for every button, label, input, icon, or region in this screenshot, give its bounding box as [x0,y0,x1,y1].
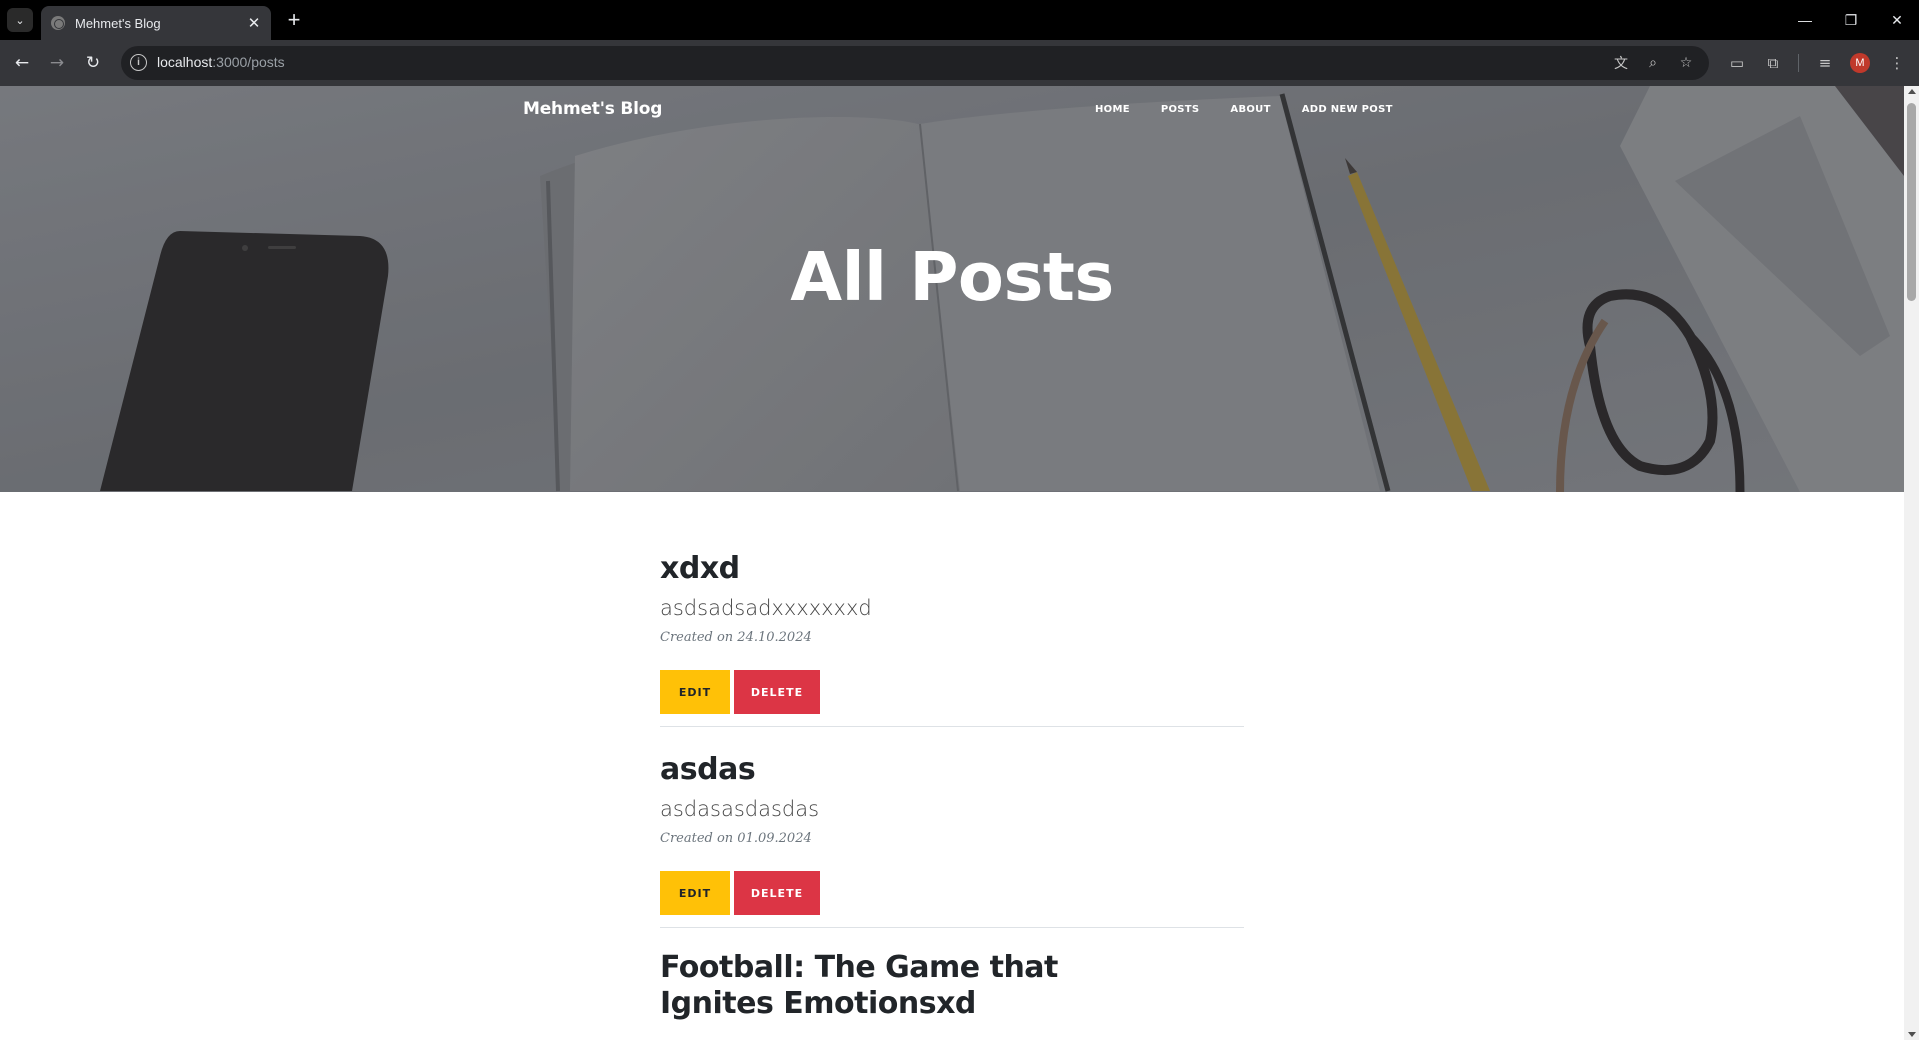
zoom-icon[interactable]: ⌕ [1643,53,1663,73]
post-subtitle[interactable]: asdasasdasdas [660,796,1244,823]
delete-button[interactable]: Delete [734,871,820,915]
url-text[interactable]: localhost:3000/posts [157,54,285,70]
post-list: xdxd asdsadsadxxxxxxxd Created on 24.10.… [660,550,1244,1022]
nav-link-add-new-post[interactable]: Add New Post [1302,104,1393,115]
media-control-icon[interactable]: ≡ [1814,52,1836,74]
edit-button[interactable]: Edit [660,670,730,714]
post-actions: Edit Delete [660,871,1244,915]
restore-icon[interactable]: ❐ [1828,0,1874,40]
post-meta: Created on 01.09.2024 [660,831,812,846]
post-title[interactable]: xdxd [660,550,1244,588]
toolbar-divider [1798,54,1799,72]
main-nav: Home Posts About Add New Post [1095,104,1424,115]
site-info-icon[interactable]: i [130,54,147,71]
cast-icon[interactable]: ▭ [1726,52,1748,74]
browser-tab[interactable]: Mehmet's Blog ✕ [41,6,271,40]
nav-link-home[interactable]: Home [1095,104,1130,115]
nav-link-posts[interactable]: Posts [1161,104,1200,115]
browser-toolbar: ← → ↻ i localhost:3000/posts 文 ⌕ ☆ ▭ ⧉ ≡… [0,40,1919,86]
edit-button[interactable]: Edit [660,871,730,915]
menu-kebab-icon[interactable]: ⋮ [1886,52,1908,74]
new-tab-icon[interactable]: + [282,7,306,32]
globe-icon [51,16,65,30]
tab-title: Mehmet's Blog [75,15,161,31]
minimize-icon[interactable]: — [1782,0,1828,40]
post-title[interactable]: Football: The Game that Ignites Emotions… [660,950,1180,1022]
scroll-up-arrow-icon[interactable] [1908,89,1916,94]
browser-tab-bar: ⌄ Mehmet's Blog ✕ + — ❐ ✕ [0,0,1919,40]
scroll-down-arrow-icon[interactable] [1908,1032,1916,1037]
post-actions: Edit Delete [660,670,1244,714]
post-preview: xdxd asdsadsadxxxxxxxd Created on 24.10.… [660,550,1244,727]
page-scrollbar[interactable] [1904,86,1919,1040]
masthead: Mehmet's Blog Home Posts About Add New P… [0,86,1904,492]
page-heading: All Posts [790,238,1114,316]
post-preview: Football: The Game that Ignites Emotions… [660,950,1244,1022]
scrollbar-thumb[interactable] [1907,103,1916,301]
translate-icon[interactable]: 文 [1611,53,1631,73]
page-viewport: Mehmet's Blog Home Posts About Add New P… [0,86,1904,1040]
back-icon[interactable]: ← [10,51,34,75]
nav-link-about[interactable]: About [1230,104,1270,115]
post-title[interactable]: asdas [660,751,1244,789]
post-preview: asdas asdasasdasdas Created on 01.09.202… [660,751,1244,928]
site-brand[interactable]: Mehmet's Blog [523,99,662,119]
post-meta: Created on 24.10.2024 [660,630,812,645]
post-subtitle[interactable]: asdsadsadxxxxxxxd [660,595,1244,622]
close-icon[interactable]: ✕ [243,12,265,34]
forward-icon[interactable]: → [45,51,69,75]
bookmark-star-icon[interactable]: ☆ [1676,53,1696,73]
delete-button[interactable]: Delete [734,670,820,714]
window-close-icon[interactable]: ✕ [1874,0,1919,40]
profile-avatar[interactable]: M [1850,53,1870,73]
reload-icon[interactable]: ↻ [81,51,105,75]
extensions-icon[interactable]: ⧉ [1762,52,1784,74]
address-bar[interactable]: i localhost:3000/posts 文 ⌕ ☆ [121,46,1709,80]
tab-search-icon[interactable]: ⌄ [7,8,33,32]
